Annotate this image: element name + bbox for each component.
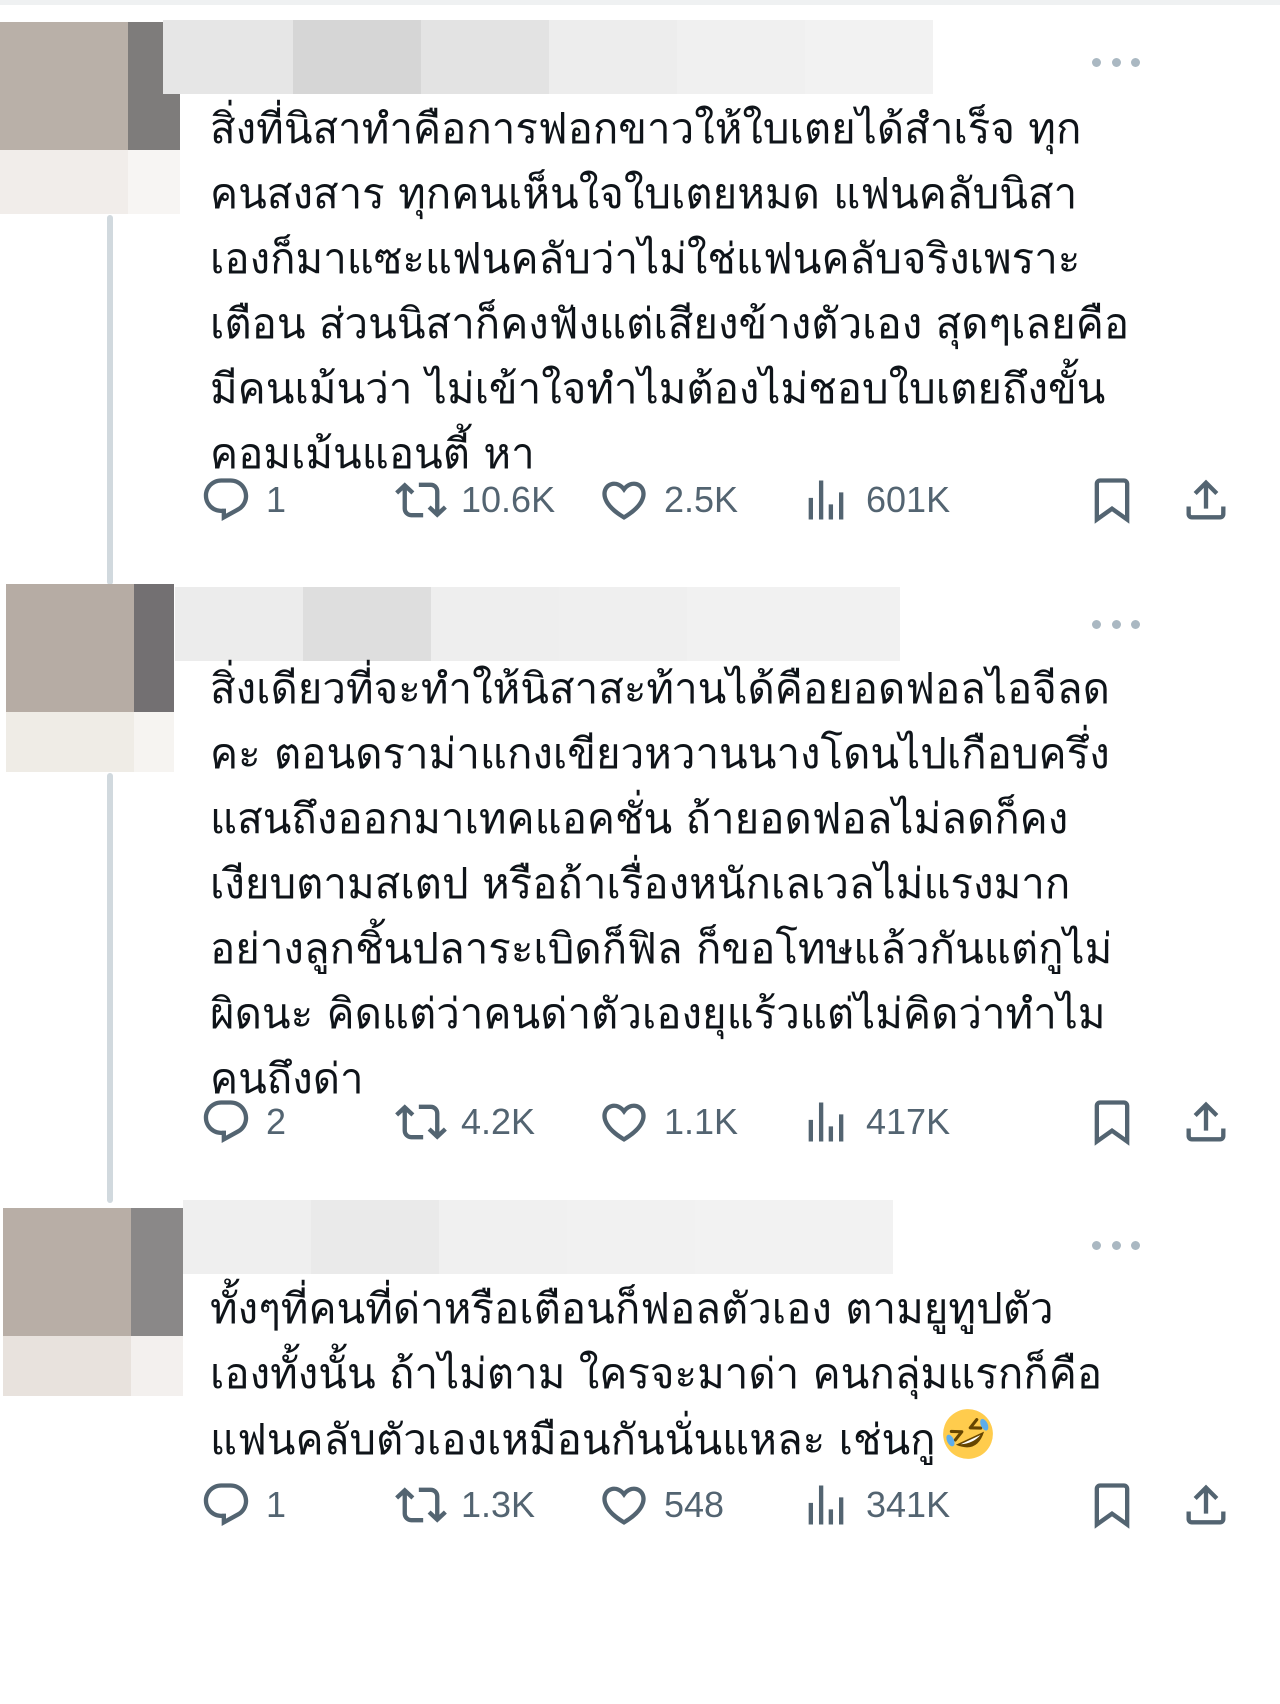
heart-icon	[602, 1103, 646, 1142]
avatar[interactable]	[0, 22, 180, 214]
bookmark-button[interactable]	[1086, 470, 1138, 530]
reply-button[interactable]: 1	[200, 1475, 286, 1535]
avatar[interactable]	[6, 584, 174, 772]
views-chart-icon	[808, 1485, 844, 1525]
repost-count: 10.6K	[461, 479, 556, 520]
share-icon	[1186, 479, 1226, 520]
tweet-text: สิ่งที่นิสาทำคือการฟอกขาวให้ใบเตยได้สำเร…	[210, 96, 1250, 486]
tweet-text-line: ผิดนะ คิดแต่ว่าคนด่าตัวเองยุแร้วแต่ไม่คิ…	[210, 989, 1106, 1038]
like-button[interactable]: 548	[598, 1475, 724, 1535]
bookmark-button[interactable]	[1086, 1475, 1138, 1535]
tweet[interactable]: สิ่งเดียวที่จะทำให้นิสาสะท้านได้คือยอดฟอ…	[0, 580, 1280, 1200]
tweet-text-line: แฟนคลับตัวเองเหมือนกันนั่นแหละ เช่นกู	[210, 1406, 1250, 1472]
tweet-text-line: คะ ตอนดราม่าแกงเขียวหวานนางโดนไปเกือบครึ…	[210, 729, 1110, 778]
views-chart-icon	[808, 480, 844, 520]
author-name-blurred[interactable]	[183, 1200, 893, 1274]
repost-icon	[395, 482, 447, 518]
like-count: 2.5K	[664, 479, 739, 520]
reply-count: 2	[266, 1101, 287, 1142]
share-icon	[1186, 1101, 1226, 1142]
heart-icon	[602, 1486, 646, 1525]
author-name-blurred[interactable]	[163, 20, 933, 94]
views-button[interactable]: 601K	[800, 470, 950, 530]
share-button[interactable]	[1180, 470, 1232, 530]
more-dots-icon[interactable]	[1092, 617, 1140, 631]
action-bar: 1 10.6K 2.5K 601K	[203, 470, 1240, 530]
views-button[interactable]: 341K	[800, 1475, 950, 1535]
bookmark-icon	[1094, 1483, 1130, 1529]
reply-count: 1	[266, 1484, 287, 1525]
more-dots-icon[interactable]	[1092, 55, 1140, 69]
tweet-text-line: เตือน ส่วนนิสาก็คงฟังแต่เสียงข้างตัวเอง …	[210, 299, 1130, 348]
reply-button[interactable]: 2	[200, 1092, 286, 1152]
views-count: 417K	[866, 1101, 951, 1142]
repost-count: 4.2K	[461, 1101, 536, 1142]
share-button[interactable]	[1180, 1092, 1232, 1152]
views-chart-icon	[808, 1102, 844, 1142]
action-bar: 2 4.2K 1.1K 417K	[203, 1092, 1240, 1152]
tweet-text-line: เงียบตามสเตป หรือถ้าเรื่องหนักเลเวลไม่แร…	[210, 859, 1071, 908]
reply-icon	[203, 1100, 249, 1144]
tweet-text-line: อย่างลูกชิ้นปลาระเบิดก็ฟิล ก็ขอโทษแล้วกั…	[210, 924, 1113, 973]
like-count: 1.1K	[664, 1101, 739, 1142]
repost-button[interactable]: 4.2K	[395, 1092, 535, 1152]
reply-button[interactable]: 1	[200, 470, 286, 530]
avatar[interactable]	[3, 1208, 183, 1396]
more-dots-icon[interactable]	[1092, 1238, 1140, 1252]
repost-count: 1.3K	[461, 1484, 536, 1525]
repost-icon	[395, 1487, 447, 1523]
bookmark-icon	[1094, 478, 1130, 524]
tweet-text-line: สิ่งที่นิสาทำคือการฟอกขาวให้ใบเตยได้สำเร…	[210, 104, 1082, 153]
repost-button[interactable]: 1.3K	[395, 1475, 535, 1535]
tweet-text-line: สิ่งเดียวที่จะทำให้นิสาสะท้านได้คือยอดฟอ…	[210, 664, 1110, 713]
tweet-text-line: แสนถึงออกมาเทคแอคชั่น ถ้ายอดฟอลไม่ลดก็คง	[210, 794, 1069, 843]
bookmark-button[interactable]	[1086, 1092, 1138, 1152]
views-count: 341K	[866, 1484, 951, 1525]
share-icon	[1186, 1484, 1226, 1525]
tweet-text-line: เองก็มาแซะแฟนคลับว่าไม่ใช่แฟนคลับจริงเพร…	[210, 234, 1081, 283]
share-button[interactable]	[1180, 1475, 1232, 1535]
reply-icon	[203, 478, 249, 522]
tweet[interactable]: ทั้งๆที่คนที่ด่าหรือเตือนก็ฟอลตัวเอง ตาม…	[0, 1200, 1280, 1704]
tweet-text-segment: แฟนคลับตัวเองเหมือนกันนั่นแหละ เช่นกู	[210, 1415, 936, 1464]
like-button[interactable]: 2.5K	[598, 470, 738, 530]
tweet-text-line: ทั้งๆที่คนที่ด่าหรือเตือนก็ฟอลตัวเอง ตาม…	[210, 1284, 1054, 1333]
tweet[interactable]: สิ่งที่นิสาทำคือการฟอกขาวให้ใบเตยได้สำเร…	[0, 0, 1280, 580]
action-bar: 1 1.3K 548 341K	[203, 1475, 1240, 1535]
rolling-on-floor-laughing-emoji	[942, 1409, 993, 1459]
tweet-text-line: เองทั้งนั้น ถ้าไม่ตาม ใครจะมาด่า คนกลุ่ม…	[210, 1349, 1103, 1398]
author-name-blurred[interactable]	[175, 587, 900, 661]
like-button[interactable]: 1.1K	[598, 1092, 738, 1152]
bookmark-icon	[1094, 1100, 1130, 1146]
tweet-text-line: คนสงสาร ทุกคนเห็นใจใบเตยหมด แฟนคลับนิสา	[210, 169, 1078, 218]
repost-button[interactable]: 10.6K	[395, 470, 555, 530]
repost-icon	[395, 1104, 447, 1140]
like-count: 548	[664, 1484, 725, 1525]
tweet-text: ทั้งๆที่คนที่ด่าหรือเตือนก็ฟอลตัวเอง ตาม…	[210, 1276, 1250, 1472]
reply-icon	[203, 1483, 249, 1527]
views-count: 601K	[866, 479, 951, 520]
tweet-text: สิ่งเดียวที่จะทำให้นิสาสะท้านได้คือยอดฟอ…	[210, 656, 1250, 1111]
reply-count: 1	[266, 479, 287, 520]
tweet-text-line: มีคนเม้นว่า ไม่เข้าใจทำไมต้องไม่ชอบใบเตย…	[210, 364, 1106, 413]
views-button[interactable]: 417K	[800, 1092, 950, 1152]
heart-icon	[602, 481, 646, 520]
